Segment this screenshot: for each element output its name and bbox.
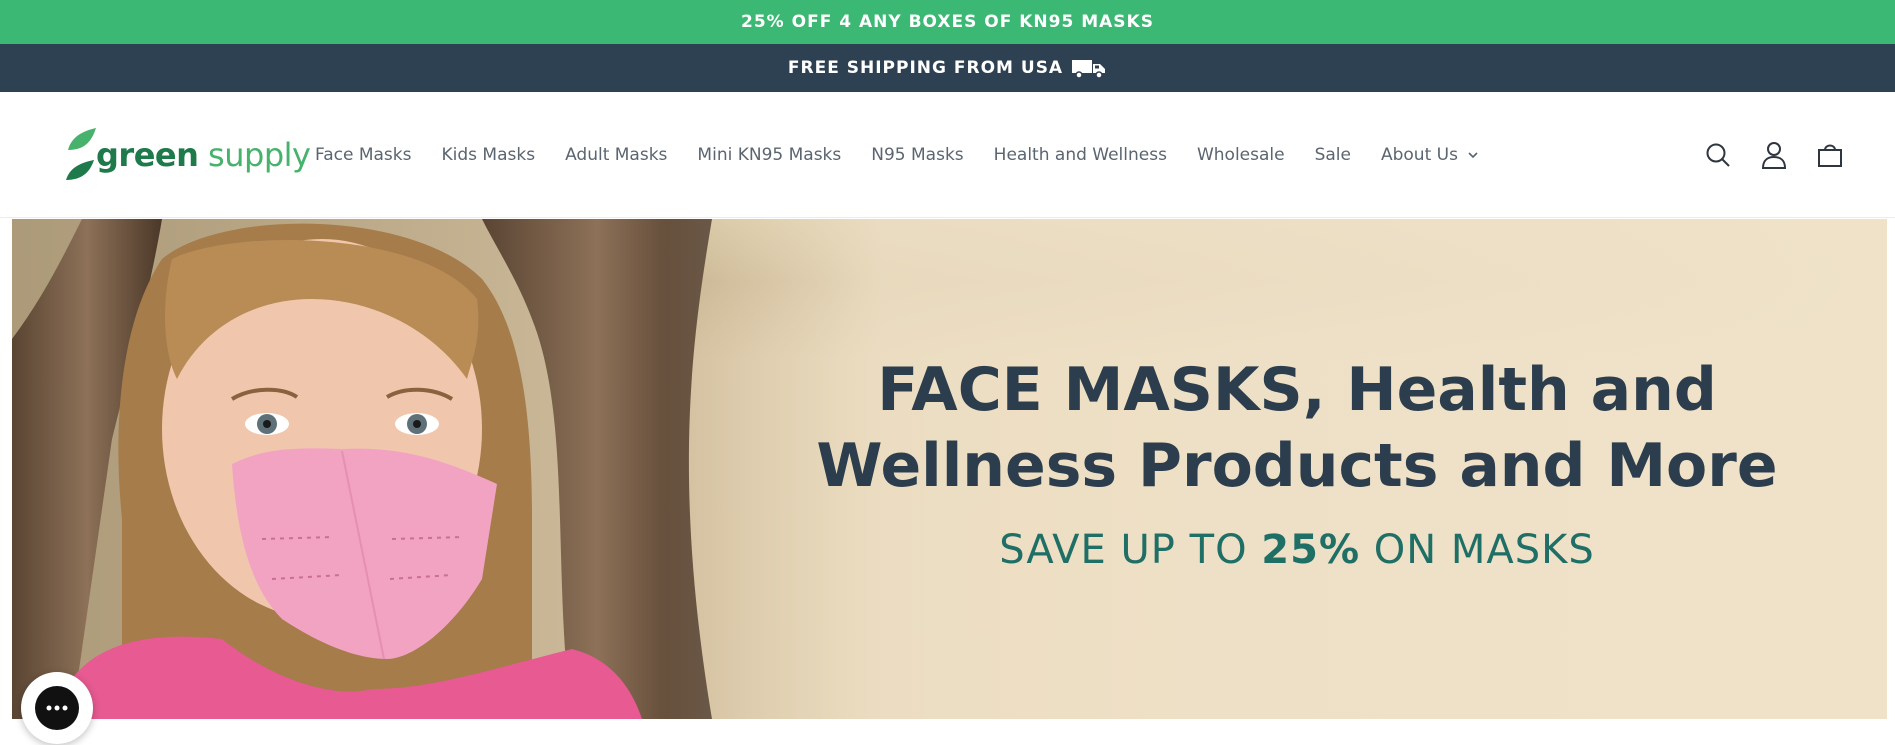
logo-text-green: green (96, 136, 199, 174)
account-button[interactable] (1759, 140, 1789, 170)
chat-widget-button[interactable] (21, 672, 93, 744)
hero-headline-line2: Wellness Products and More (816, 431, 1778, 501)
nav-health-and-wellness[interactable]: Health and Wellness (994, 145, 1167, 165)
search-icon (1706, 143, 1730, 167)
shipping-banner: FREE SHIPPING FROM USA (0, 44, 1895, 92)
cart-icon (1818, 144, 1842, 167)
nav-adult-masks[interactable]: Adult Masks (565, 145, 667, 165)
nav-mini-kn95-masks[interactable]: Mini KN95 Masks (697, 145, 841, 165)
hero-headline: FACE MASKS, Health and Wellness Products… (772, 352, 1822, 504)
site-header: green supply Face Masks Kids Masks Adult… (0, 92, 1895, 218)
hero-subheadline: SAVE UP TO 25% ON MASKS (772, 527, 1822, 573)
header-actions (1703, 92, 1845, 218)
nav-about-us-label: About Us (1380, 145, 1458, 165)
hero-sub-percent: 25% (1261, 527, 1361, 573)
site-logo[interactable]: green supply (62, 125, 311, 185)
chevron-down-icon (1468, 152, 1478, 159)
main-nav: Face Masks Kids Masks Adult Masks Mini K… (300, 92, 1495, 218)
nav-sale[interactable]: Sale (1315, 145, 1351, 165)
logo-text: green supply (96, 136, 311, 174)
shipping-text: FREE SHIPPING FROM USA (787, 58, 1064, 78)
hero-headline-line1: FACE MASKS, Health and (877, 355, 1717, 425)
logo-text-supply: supply (198, 136, 311, 174)
cart-button[interactable] (1815, 140, 1845, 170)
hero-image-girl-with-mask (12, 219, 772, 719)
nav-wholesale[interactable]: Wholesale (1197, 145, 1285, 165)
search-button[interactable] (1703, 140, 1733, 170)
account-icon (1761, 142, 1787, 169)
nav-face-masks[interactable]: Face Masks (315, 145, 412, 165)
nav-about-us[interactable]: About Us (1381, 145, 1480, 165)
promo-banner: 25% OFF 4 ANY BOXES OF KN95 MASKS (0, 0, 1895, 44)
hero-sub-prefix: SAVE UP TO (999, 527, 1262, 573)
hero-sub-suffix: ON MASKS (1360, 527, 1595, 573)
nav-n95-masks[interactable]: N95 Masks (871, 145, 963, 165)
chat-bubble (35, 686, 79, 730)
chat-bubble-icon (46, 705, 68, 711)
truck-icon (1072, 60, 1106, 79)
promo-text: 25% OFF 4 ANY BOXES OF KN95 MASKS (741, 12, 1154, 32)
hero-banner[interactable]: FACE MASKS, Health and Wellness Products… (12, 219, 1887, 719)
nav-kids-masks[interactable]: Kids Masks (442, 145, 536, 165)
